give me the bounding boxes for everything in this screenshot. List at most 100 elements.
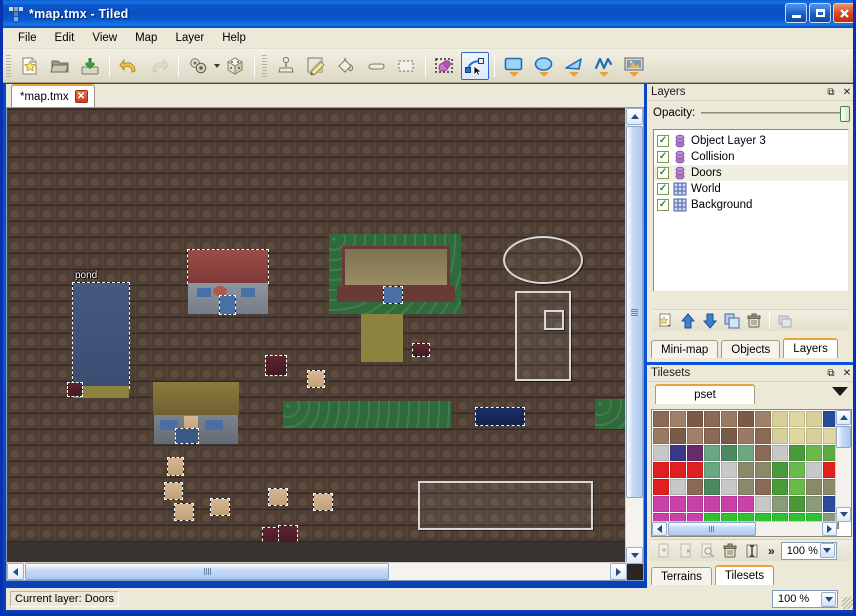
eraser-tool[interactable] [362, 52, 390, 80]
tile-cell[interactable] [738, 411, 754, 427]
tile-cell[interactable] [772, 445, 788, 461]
tile-cell[interactable] [670, 428, 686, 444]
tile-cell[interactable] [670, 479, 686, 495]
duplicate-layer-button[interactable] [722, 311, 742, 330]
layer-visibility-checkbox[interactable]: ✓ [657, 183, 669, 195]
maximize-button[interactable] [809, 3, 831, 23]
tile-cell[interactable] [755, 496, 771, 512]
menu-file[interactable]: File [9, 30, 46, 46]
map-canvas[interactable]: pond [7, 108, 627, 564]
door-object[interactable] [268, 488, 288, 506]
tile-cell[interactable] [721, 479, 737, 495]
menu-map[interactable]: Map [126, 30, 166, 46]
tile-cell[interactable] [738, 462, 754, 478]
layer-row-collision[interactable]: ✓ Collision [654, 149, 848, 165]
tile-cell[interactable] [755, 462, 771, 478]
tile-cell[interactable] [704, 496, 720, 512]
tile-cell[interactable] [789, 445, 805, 461]
tile-cells[interactable] [653, 411, 839, 529]
door-object[interactable] [174, 503, 194, 521]
layer-row-object-layer-3[interactable]: ✓ Object Layer 3 [654, 133, 848, 149]
door-object[interactable] [164, 482, 183, 500]
close-button[interactable] [833, 3, 853, 23]
insert-ellipse-tool[interactable] [530, 52, 558, 80]
new-layer-button[interactable] [656, 311, 676, 330]
toolbar-overflow-button[interactable]: » [768, 544, 775, 558]
tile-cell[interactable] [687, 479, 703, 495]
layer-visibility-checkbox[interactable]: ✓ [657, 199, 669, 211]
insert-rectangle-tool[interactable] [500, 52, 528, 80]
small-rect-object[interactable] [544, 310, 564, 330]
tile-cell[interactable] [772, 479, 788, 495]
tile-cell[interactable] [687, 445, 703, 461]
scroll-right-button[interactable] [610, 563, 627, 580]
move-layer-up-button[interactable] [678, 311, 698, 330]
toolbar-grip[interactable] [262, 54, 267, 77]
random-mode-button[interactable] [221, 52, 249, 80]
door-object[interactable] [313, 493, 333, 511]
remove-tileset-button[interactable] [720, 541, 740, 560]
scroll-left-button[interactable] [7, 563, 24, 580]
tile-cell[interactable] [789, 496, 805, 512]
horizontal-scroll-thumb[interactable] [25, 563, 389, 580]
menu-view[interactable]: View [83, 30, 126, 46]
import-tileset-button[interactable] [676, 541, 696, 560]
tile-cell[interactable] [721, 411, 737, 427]
tile-cell[interactable] [806, 445, 822, 461]
tab-objects[interactable]: Objects [721, 340, 781, 358]
tile-cell[interactable] [806, 411, 822, 427]
tile-cell[interactable] [653, 462, 669, 478]
tile-cell[interactable] [653, 496, 669, 512]
chevron-down-icon[interactable] [821, 591, 836, 607]
palette-horizontal-scrollbar[interactable] [652, 521, 837, 536]
vertical-scroll-thumb[interactable] [626, 126, 643, 498]
tile-cell[interactable] [806, 462, 822, 478]
door-object[interactable] [265, 355, 287, 376]
tile-cell[interactable] [670, 445, 686, 461]
canvas-horizontal-scrollbar[interactable] [7, 562, 627, 580]
menu-layer[interactable]: Layer [166, 30, 213, 46]
tile-cell[interactable] [687, 428, 703, 444]
layer-row-doors[interactable]: ✓ Doors [654, 165, 848, 181]
tileset-palette[interactable] [653, 411, 839, 529]
open-map-button[interactable] [46, 52, 74, 80]
tile-cell[interactable] [653, 479, 669, 495]
tile-cell[interactable] [755, 428, 771, 444]
wide-rect-object[interactable] [418, 481, 593, 530]
new-tileset-button[interactable] [654, 541, 674, 560]
tile-cell[interactable] [738, 479, 754, 495]
dropdown-triangle-icon[interactable] [569, 71, 579, 77]
tile-cell[interactable] [789, 411, 805, 427]
tile-cell[interactable] [789, 462, 805, 478]
opacity-slider[interactable] [701, 106, 850, 122]
menu-help[interactable]: Help [213, 30, 255, 46]
layer-properties-button[interactable] [775, 311, 795, 330]
move-layer-down-button[interactable] [700, 311, 720, 330]
tileset-properties-button[interactable] [698, 541, 718, 560]
opacity-slider-handle[interactable] [840, 106, 850, 122]
palette-scroll-left-button[interactable] [652, 522, 667, 536]
layer-row-background[interactable]: ✓ Background [654, 197, 848, 213]
big-rect-object[interactable] [515, 291, 571, 381]
tile-cell[interactable] [670, 411, 686, 427]
tile-cell[interactable] [704, 445, 720, 461]
status-zoom-combo[interactable]: 100 % [772, 590, 838, 608]
tile-cell[interactable] [721, 428, 737, 444]
tile-cell[interactable] [806, 479, 822, 495]
tile-cell[interactable] [687, 496, 703, 512]
tilesets-dock-close-button[interactable]: ✕ [840, 366, 853, 380]
map-properties-button[interactable] [184, 52, 212, 80]
tile-cell[interactable] [738, 428, 754, 444]
tile-cell[interactable] [806, 428, 822, 444]
resize-grip[interactable] [842, 597, 853, 609]
dropdown-triangle-icon[interactable] [509, 71, 519, 77]
door-object[interactable] [262, 527, 281, 547]
tile-cell[interactable] [772, 428, 788, 444]
layer-visibility-checkbox[interactable]: ✓ [657, 135, 669, 147]
tile-cell[interactable] [806, 496, 822, 512]
undo-button[interactable] [115, 52, 143, 80]
dropdown-triangle-icon[interactable] [629, 71, 639, 77]
layers-list[interactable]: ✓ Object Layer 3 ✓ Collision ✓ Doors ✓ W… [653, 129, 849, 292]
tile-cell[interactable] [738, 496, 754, 512]
palette-scroll-up-button[interactable] [836, 410, 851, 425]
